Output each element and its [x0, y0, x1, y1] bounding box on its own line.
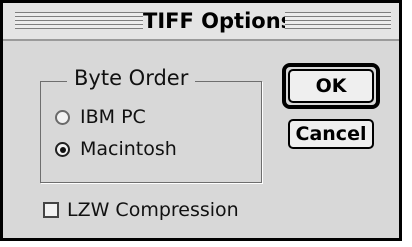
- byte-order-group-title: Byte Order: [67, 66, 196, 90]
- checkbox-icon[interactable]: [43, 202, 59, 218]
- radio-label-ibm-pc: IBM PC: [80, 106, 146, 128]
- cancel-button[interactable]: Cancel: [288, 119, 374, 149]
- title-bar-stripes-right: [285, 12, 391, 29]
- radio-button-icon[interactable]: [55, 109, 70, 125]
- radio-macintosh[interactable]: Macintosh: [55, 138, 177, 160]
- radio-ibm-pc[interactable]: IBM PC: [55, 106, 146, 128]
- lzw-compression-label: LZW Compression: [67, 199, 239, 221]
- dialog-title: TIFF Options: [143, 9, 294, 33]
- title-bar[interactable]: TIFF Options: [3, 3, 399, 41]
- ok-button[interactable]: OK: [288, 69, 374, 103]
- tiff-options-dialog: TIFF Options Byte Order IBM PC Macintosh…: [0, 0, 402, 241]
- lzw-compression-option[interactable]: LZW Compression: [43, 199, 239, 221]
- title-bar-stripes-left: [15, 12, 143, 29]
- byte-order-group: [40, 81, 262, 183]
- radio-label-macintosh: Macintosh: [80, 138, 177, 160]
- radio-button-selected-icon[interactable]: [55, 141, 70, 157]
